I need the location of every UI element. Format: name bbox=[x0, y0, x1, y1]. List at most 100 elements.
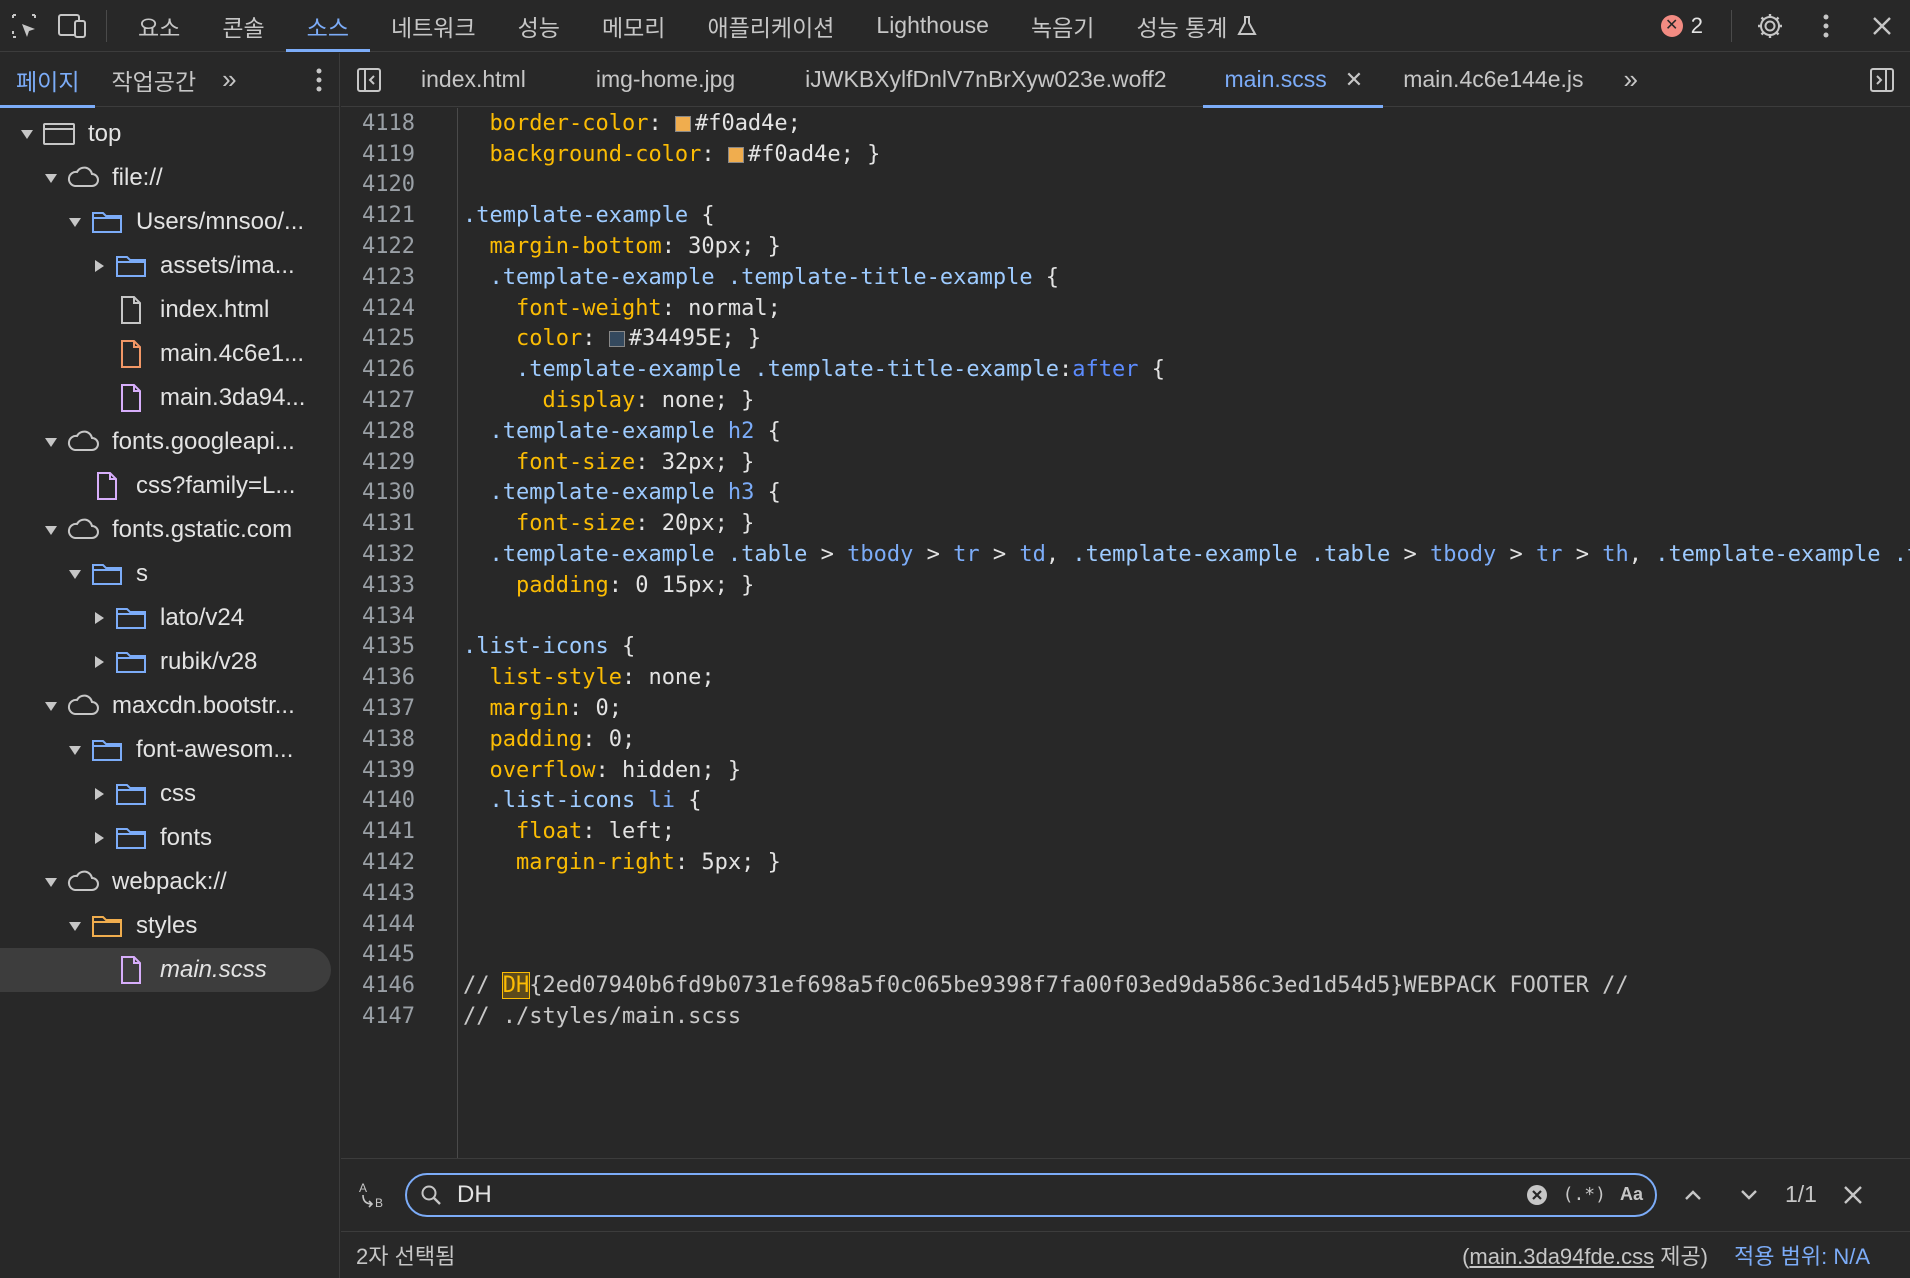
line-number[interactable]: 4141 bbox=[341, 819, 415, 844]
expanded-triangle-icon[interactable] bbox=[40, 167, 62, 189]
tree-item[interactable]: Users/mnsoo/... bbox=[0, 200, 339, 244]
tab-network[interactable]: 네트워크 bbox=[370, 0, 497, 52]
clear-search-icon[interactable] bbox=[1525, 1183, 1549, 1207]
tree-item[interactable]: main.3da94... bbox=[0, 376, 339, 420]
match-case-toggle[interactable]: Aa bbox=[1620, 1184, 1643, 1205]
tree-item[interactable]: css?family=L... bbox=[0, 464, 339, 508]
editor-tab-img-home[interactable]: img-home.jpg bbox=[546, 53, 769, 107]
expanded-triangle-icon[interactable] bbox=[40, 519, 62, 541]
expanded-triangle-icon[interactable] bbox=[64, 563, 86, 585]
line-number[interactable]: 4120 bbox=[341, 172, 415, 197]
tree-item[interactable]: top bbox=[0, 112, 339, 156]
line-number[interactable]: 4123 bbox=[341, 265, 415, 290]
expanded-triangle-icon[interactable] bbox=[40, 431, 62, 453]
tree-item[interactable]: styles bbox=[0, 904, 339, 948]
editor-tab-index-html[interactable]: index.html bbox=[401, 53, 546, 107]
toggle-debugger-sidebar-button[interactable] bbox=[1848, 53, 1910, 107]
line-number[interactable]: 4125 bbox=[341, 326, 415, 351]
tab-workspace[interactable]: 작업공간 bbox=[95, 53, 212, 107]
tree-item[interactable]: lato/v24 bbox=[0, 596, 339, 640]
navigator-menu-button[interactable] bbox=[315, 53, 323, 107]
line-number[interactable]: 4138 bbox=[341, 727, 415, 752]
line-number[interactable]: 4145 bbox=[341, 942, 415, 967]
line-number[interactable]: 4144 bbox=[341, 912, 415, 937]
more-tabs-chevron-icon[interactable]: » bbox=[212, 64, 246, 95]
expanded-triangle-icon[interactable] bbox=[64, 915, 86, 937]
inspect-element-button[interactable] bbox=[0, 0, 48, 52]
line-number[interactable]: 4143 bbox=[341, 881, 415, 906]
line-number[interactable]: 4129 bbox=[341, 450, 415, 475]
more-editor-tabs-chevron-icon[interactable]: » bbox=[1604, 53, 1658, 107]
tree-item[interactable]: main.4c6e1... bbox=[0, 332, 339, 376]
line-number[interactable]: 4147 bbox=[341, 1004, 415, 1029]
expanded-triangle-icon[interactable] bbox=[64, 211, 86, 233]
line-number[interactable]: 4139 bbox=[341, 758, 415, 783]
tab-sources[interactable]: 소스 bbox=[285, 0, 371, 52]
tree-item[interactable]: rubik/v28 bbox=[0, 640, 339, 684]
tab-performance-insights[interactable]: 성능 통계 bbox=[1115, 0, 1280, 52]
device-toolbar-button[interactable] bbox=[48, 0, 96, 52]
collapsed-triangle-icon[interactable] bbox=[88, 651, 110, 673]
tree-item[interactable]: fonts.googleapi... bbox=[0, 420, 339, 464]
line-number[interactable]: 4126 bbox=[341, 357, 415, 382]
line-number[interactable]: 4137 bbox=[341, 696, 415, 721]
replace-toggle-button[interactable]: A B bbox=[341, 1179, 405, 1211]
line-number[interactable]: 4130 bbox=[341, 480, 415, 505]
tab-lighthouse[interactable]: Lighthouse bbox=[855, 0, 1010, 52]
expanded-triangle-icon[interactable] bbox=[40, 695, 62, 717]
tab-page[interactable]: 페이지 bbox=[0, 53, 96, 108]
line-number[interactable]: 4131 bbox=[341, 511, 415, 536]
editor-tab-main-js[interactable]: main.4c6e144e.js bbox=[1383, 53, 1603, 107]
error-count-badge[interactable]: ✕ 2 bbox=[1643, 13, 1721, 39]
tab-performance[interactable]: 성능 bbox=[497, 0, 581, 52]
line-number[interactable]: 4128 bbox=[341, 419, 415, 444]
tree-item[interactable]: webpack:// bbox=[0, 860, 339, 904]
editor-tab-woff2[interactable]: iJWKBXylfDnlV7nBrXyw023e.woff2 bbox=[769, 53, 1202, 107]
settings-button[interactable] bbox=[1742, 0, 1798, 52]
tab-memory[interactable]: 메모리 bbox=[581, 0, 686, 52]
more-options-button[interactable] bbox=[1798, 0, 1854, 52]
collapsed-triangle-icon[interactable] bbox=[88, 607, 110, 629]
collapsed-triangle-icon[interactable] bbox=[88, 827, 110, 849]
line-number[interactable]: 4122 bbox=[341, 234, 415, 259]
tree-item[interactable]: s bbox=[0, 552, 339, 596]
source-file-link[interactable]: main.3da94fde.css bbox=[1469, 1244, 1654, 1269]
line-number[interactable]: 4119 bbox=[341, 142, 415, 167]
tree-item[interactable]: css bbox=[0, 772, 339, 816]
line-number[interactable]: 4127 bbox=[341, 388, 415, 413]
search-input[interactable] bbox=[457, 1180, 1525, 1209]
line-number[interactable]: 4121 bbox=[341, 203, 415, 228]
expanded-triangle-icon[interactable] bbox=[64, 739, 86, 761]
coverage-status[interactable]: 적용 범위: N/A bbox=[1734, 1239, 1870, 1271]
tree-item[interactable]: fonts.gstatic.com bbox=[0, 508, 339, 552]
line-number[interactable]: 4142 bbox=[341, 850, 415, 875]
tree-item[interactable]: fonts bbox=[0, 816, 339, 860]
tab-console[interactable]: 콘솔 bbox=[201, 0, 285, 52]
next-match-button[interactable] bbox=[1721, 1183, 1777, 1207]
line-number[interactable]: 4140 bbox=[341, 788, 415, 813]
line-number[interactable]: 4132 bbox=[341, 542, 415, 567]
tab-elements[interactable]: 요소 bbox=[117, 0, 201, 52]
line-number[interactable]: 4118 bbox=[341, 111, 415, 136]
close-devtools-button[interactable] bbox=[1854, 0, 1910, 52]
close-find-bar-button[interactable] bbox=[1825, 1184, 1881, 1206]
close-tab-icon[interactable]: ✕ bbox=[1345, 67, 1363, 93]
toggle-navigator-button[interactable] bbox=[341, 53, 401, 107]
line-number[interactable]: 4136 bbox=[341, 665, 415, 690]
tree-item[interactable]: index.html bbox=[0, 288, 339, 332]
regex-toggle[interactable]: (.*) bbox=[1563, 1184, 1606, 1205]
line-number[interactable]: 4135 bbox=[341, 634, 415, 659]
tree-item[interactable]: font-awesom... bbox=[0, 728, 339, 772]
tree-item[interactable]: main.scss bbox=[0, 948, 331, 992]
tree-item[interactable]: file:// bbox=[0, 156, 339, 200]
line-number[interactable]: 4146 bbox=[341, 973, 415, 998]
editor-tab-main-scss[interactable]: main.scss ✕ bbox=[1202, 53, 1384, 108]
line-number[interactable]: 4133 bbox=[341, 573, 415, 598]
expanded-triangle-icon[interactable] bbox=[40, 871, 62, 893]
line-number[interactable]: 4134 bbox=[341, 604, 415, 629]
collapsed-triangle-icon[interactable] bbox=[88, 783, 110, 805]
tree-item[interactable]: maxcdn.bootstr... bbox=[0, 684, 339, 728]
tree-item[interactable]: assets/ima... bbox=[0, 244, 339, 288]
tab-application[interactable]: 애플리케이션 bbox=[686, 0, 855, 52]
line-number[interactable]: 4124 bbox=[341, 296, 415, 321]
